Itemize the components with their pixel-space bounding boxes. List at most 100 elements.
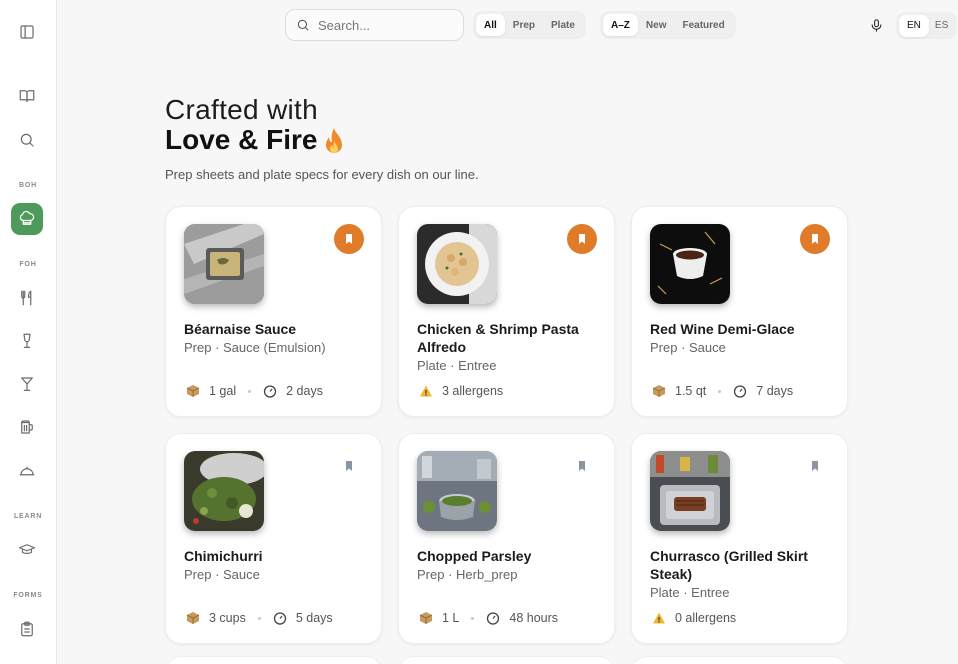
utensils-icon[interactable] xyxy=(11,282,43,314)
recipe-photo xyxy=(184,224,264,304)
hero-subtitle: Prep sheets and plate specs for every di… xyxy=(165,167,479,182)
recipe-title: Chicken & Shrimp Pasta Alfredo xyxy=(417,321,579,355)
beer-mug-icon[interactable] xyxy=(11,411,43,443)
sort-az[interactable]: A–Z xyxy=(603,14,638,36)
timer-icon xyxy=(734,385,747,398)
chef-hat-icon[interactable] xyxy=(11,203,43,235)
search-icon[interactable] xyxy=(11,124,43,156)
recipe-title: Churrasco (Grilled Skirt Steak) xyxy=(650,548,808,582)
recipe-stats: 0 allergens xyxy=(652,611,736,625)
recipe-card-partial[interactable] xyxy=(631,656,848,664)
shelf-life-value: 7 days xyxy=(756,384,794,398)
search-input[interactable] xyxy=(318,17,448,33)
cocktail-icon[interactable] xyxy=(11,368,43,400)
bookmark-icon xyxy=(346,234,352,244)
book-icon[interactable] xyxy=(11,80,43,112)
recipe-title: Chimichurri xyxy=(184,548,263,564)
shelf-life-value: 5 days xyxy=(295,611,333,625)
hero-title-line1: Crafted with xyxy=(165,94,318,125)
recipe-meta: Plate · Entree xyxy=(650,585,730,600)
sort-new[interactable]: New xyxy=(638,14,675,36)
recipe-stats: 1 L 48 hours xyxy=(419,611,558,625)
box-icon xyxy=(186,385,200,397)
warning-icon xyxy=(420,385,432,397)
bookmark-icon xyxy=(579,234,585,244)
sort-control: A–Z New Featured xyxy=(600,11,736,39)
recipe-photo xyxy=(650,451,730,531)
bookmark-button[interactable] xyxy=(334,224,364,254)
timer-icon xyxy=(263,385,277,398)
recipe-photo xyxy=(650,224,730,304)
shelf-life-value: 48 hours xyxy=(509,611,559,625)
section-label-boh: BOH xyxy=(19,182,37,189)
sidebar: BOH FOH LEARN FORMS xyxy=(0,0,57,664)
recipe-photo xyxy=(417,451,497,531)
allergens-value: 3 allergens xyxy=(442,384,504,398)
bookmark-button[interactable] xyxy=(800,451,830,481)
hero-title-line2: Love & Fire xyxy=(165,124,318,155)
recipe-photo xyxy=(417,224,497,304)
filter-plate[interactable]: Plate xyxy=(543,14,583,36)
fire-icon xyxy=(326,128,342,153)
language-switch: EN ES xyxy=(896,12,958,39)
wine-glass-icon[interactable] xyxy=(11,325,43,357)
yield-value: 1 L xyxy=(442,611,460,625)
section-label-forms: FORMS xyxy=(13,592,43,599)
recipe-title: Red Wine Demi-Glace xyxy=(650,321,795,337)
graduation-cap-icon[interactable] xyxy=(11,534,43,566)
recipe-stats: 3 cups 5 days xyxy=(186,611,333,625)
type-filter: All Prep Plate xyxy=(473,11,586,39)
bookmark-button[interactable] xyxy=(334,451,364,481)
lang-en[interactable]: EN xyxy=(899,14,929,37)
clipboard-icon[interactable] xyxy=(11,613,43,645)
recipe-card-partial[interactable] xyxy=(398,656,615,664)
yield-value: 1 gal xyxy=(209,384,237,398)
search-icon xyxy=(297,19,309,31)
bookmark-icon xyxy=(812,234,818,244)
recipe-stats: 3 allergens xyxy=(419,384,503,398)
warning-icon xyxy=(653,612,665,624)
recipe-stats: 1 gal 2 days xyxy=(186,384,323,398)
shelf-life-value: 2 days xyxy=(286,384,323,398)
yield-value: 3 cups xyxy=(209,611,246,625)
bookmark-icon xyxy=(346,461,352,471)
bookmark-button[interactable] xyxy=(567,224,597,254)
recipe-meta: Prep · Herb_prep xyxy=(417,567,518,582)
section-label-foh: FOH xyxy=(19,261,37,268)
recipe-card[interactable]: Béarnaise Sauce Prep · Sauce (Emulsion) … xyxy=(165,206,382,417)
recipe-card[interactable]: Churrasco (Grilled Skirt Steak) Plate · … xyxy=(631,433,848,644)
bookmark-button[interactable] xyxy=(800,224,830,254)
recipe-card[interactable]: Chicken & Shrimp Pasta Alfredo Plate · E… xyxy=(398,206,615,417)
microphone-icon[interactable] xyxy=(866,15,886,35)
timer-icon xyxy=(487,612,500,625)
allergens-value: 0 allergens xyxy=(675,611,737,625)
recipe-card-partial[interactable] xyxy=(165,656,382,664)
recipe-meta: Prep · Sauce xyxy=(650,340,726,355)
recipe-meta: Prep · Sauce xyxy=(184,567,260,582)
box-icon xyxy=(186,612,200,624)
recipe-card[interactable]: Red Wine Demi-Glace Prep · Sauce 1.5 qt … xyxy=(631,206,848,417)
timer-icon xyxy=(273,612,286,625)
recipe-meta: Prep · Sauce (Emulsion) xyxy=(184,340,326,355)
yield-value: 1.5 qt xyxy=(675,384,707,398)
cloche-icon[interactable] xyxy=(11,455,43,487)
recipe-card[interactable]: Chopped Parsley Prep · Herb_prep 1 L 48 … xyxy=(398,433,615,644)
filter-prep[interactable]: Prep xyxy=(505,14,543,36)
box-icon xyxy=(652,385,666,397)
recipe-title: Béarnaise Sauce xyxy=(184,321,297,337)
sidebar-toggle-icon[interactable] xyxy=(11,16,43,48)
box-icon xyxy=(419,612,433,624)
lang-es[interactable]: ES xyxy=(929,15,954,37)
recipe-stats: 1.5 qt 7 days xyxy=(652,384,793,398)
search-bar[interactable] xyxy=(285,9,464,41)
recipe-meta: Plate · Entree xyxy=(417,358,497,373)
sort-featured[interactable]: Featured xyxy=(674,14,732,36)
section-label-learn: LEARN xyxy=(13,513,43,520)
filter-all[interactable]: All xyxy=(476,14,505,36)
bookmark-button[interactable] xyxy=(567,451,597,481)
recipe-card[interactable]: Chimichurri Prep · Sauce 3 cups 5 days xyxy=(165,433,382,644)
bookmark-icon xyxy=(812,461,818,471)
bookmark-icon xyxy=(579,461,585,471)
recipe-title: Chopped Parsley xyxy=(417,548,532,564)
recipe-photo xyxy=(184,451,264,531)
